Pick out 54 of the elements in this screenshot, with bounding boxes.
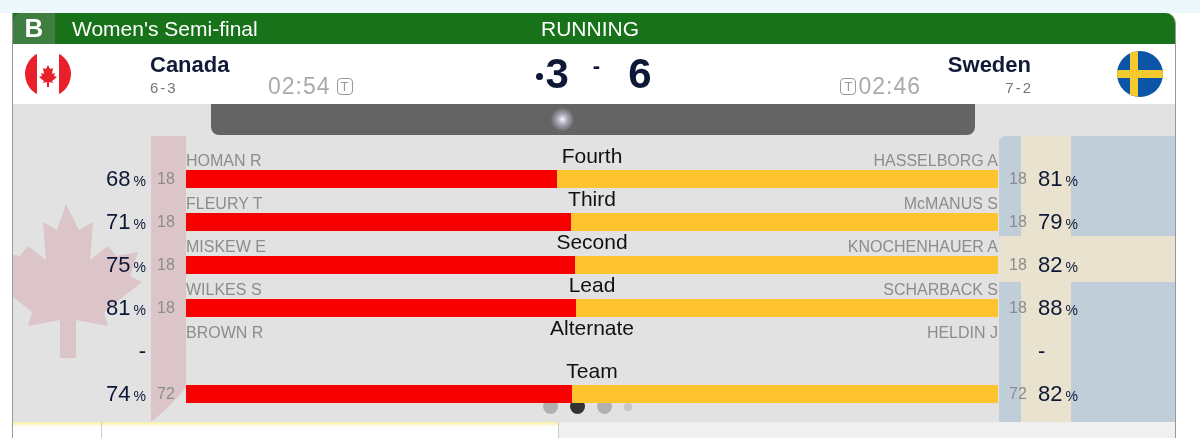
player-name: SCHARBACK S [883, 282, 998, 298]
team-record: 6-3 [150, 79, 179, 96]
home-score: 3 [536, 50, 569, 98]
shot-count: 18 [156, 299, 176, 317]
percentage: 79% [1038, 209, 1079, 235]
percentage: 75% [106, 252, 146, 278]
shot-count: 18 [1008, 299, 1028, 317]
percentage: 71% [106, 209, 146, 235]
player-name: MISKEW E [186, 239, 266, 255]
position-label: Lead [568, 275, 616, 295]
team-name: Canada [150, 52, 231, 78]
shot-count: 18 [156, 170, 176, 188]
match-status: RUNNING [541, 16, 639, 41]
position-label: Third [568, 189, 616, 209]
player-name: WILKES S [186, 282, 262, 298]
away-score: 6 [628, 50, 652, 98]
percentage: 82% [1038, 381, 1079, 407]
shot-count: 18 [156, 256, 176, 274]
timeout-badge: T [840, 77, 857, 95]
time-remaining: 02:46 [858, 72, 921, 100]
position-label: Alternate [549, 318, 635, 338]
position-label: Fourth [561, 146, 623, 166]
group-badge: B [13, 13, 55, 44]
score-separator: - [592, 53, 601, 79]
player-name: HASSELBORG A [873, 153, 998, 169]
player-name: KNOCHENHAUER A [847, 239, 998, 255]
percentage: 68% [106, 166, 146, 192]
percentage: 81% [1038, 166, 1079, 192]
player-name: HOMAN R [186, 153, 262, 169]
percentage: - [138, 338, 146, 364]
team-record: 7-2 [1005, 79, 1033, 96]
player-name: FLEURY T [186, 196, 263, 212]
time-remaining: 02:54 [268, 72, 331, 100]
sweden-flag-icon [1117, 51, 1163, 97]
shot-count: 18 [1008, 213, 1028, 231]
shot-count: 18 [1008, 256, 1028, 274]
percentage: 88% [1038, 295, 1079, 321]
shot-count: 72 [1008, 385, 1028, 403]
shot-count: 18 [1008, 170, 1028, 188]
position-label: Team [566, 361, 618, 381]
percentage: 74% [106, 381, 146, 407]
percentage: - [1038, 338, 1047, 364]
player-name: HELDIN J [926, 325, 998, 341]
page-dot[interactable] [623, 402, 632, 411]
shot-count: 72 [156, 385, 176, 403]
player-name: BROWN R [186, 325, 264, 341]
team-name: Sweden [947, 52, 1031, 78]
shot-count: 18 [156, 213, 176, 231]
percentage: 82% [1038, 252, 1079, 278]
timeout-badge: T [336, 77, 353, 95]
player-name: McMANUS S [903, 196, 998, 212]
position-label: Second [556, 232, 628, 252]
match-title: Women's Semi-final [72, 16, 258, 41]
percentage: 81% [106, 295, 146, 321]
